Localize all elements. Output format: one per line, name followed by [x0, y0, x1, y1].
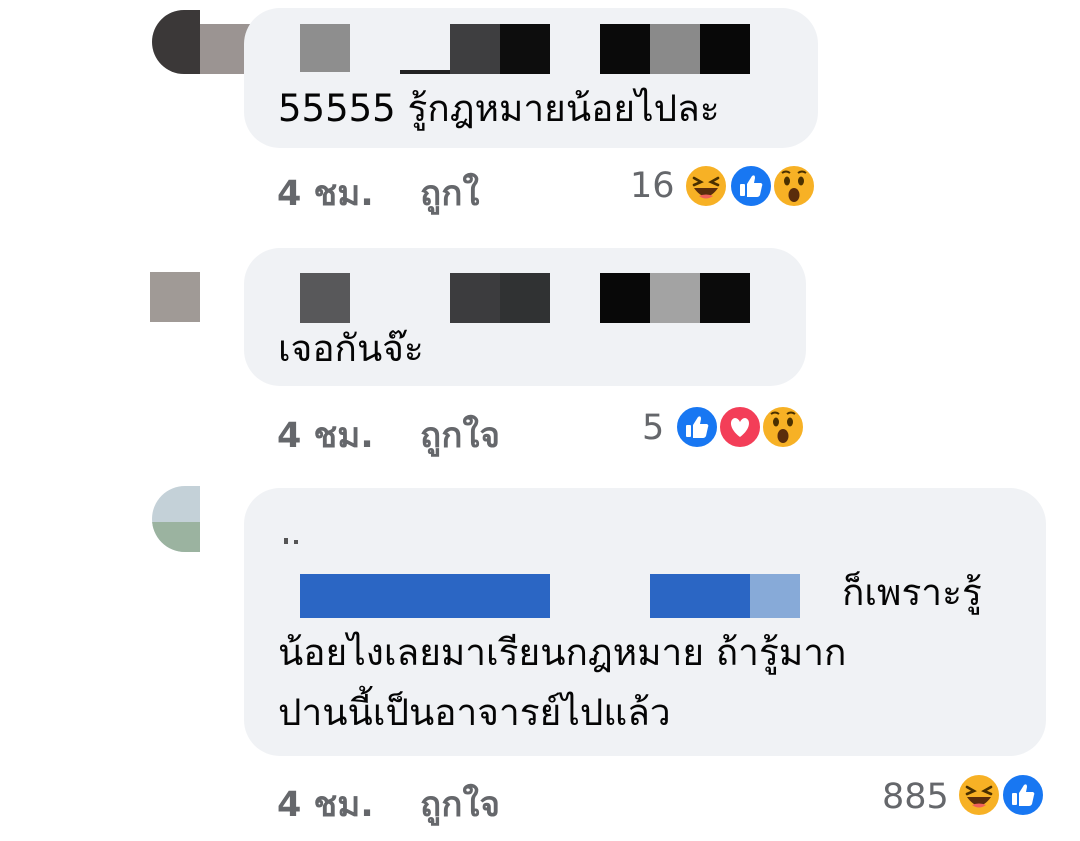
comment-text: 55555 รู้กฎหมายน้อยไปละ: [278, 87, 720, 130]
comment-timestamp[interactable]: 4 ชม.: [277, 777, 374, 832]
reaction-count[interactable]: 885: [882, 777, 949, 817]
commenter-avatar[interactable]: [150, 272, 200, 322]
reaction-count[interactable]: 5: [642, 408, 664, 448]
like-icon[interactable]: [1000, 772, 1046, 818]
like-button[interactable]: ถูกใ: [420, 166, 479, 221]
commenter-avatar[interactable]: [152, 10, 250, 74]
like-icon[interactable]: [728, 163, 774, 209]
like-button[interactable]: ถูกใจ: [420, 777, 500, 832]
comment-bubble: เจอกันจ๊ะ: [244, 248, 806, 386]
reaction-count[interactable]: 16: [630, 166, 675, 206]
commenter-avatar[interactable]: [152, 486, 200, 552]
comment-bubble: ก็เพราะรู้ น้อยไงเลยมาเรียนกฎหมาย ถ้ารู้…: [244, 488, 1046, 756]
comment-text-line-1: ก็เพราะรู้: [842, 571, 982, 614]
comment-text-line-3: ปานนี้เป็นอาจารย์ไปแล้ว: [278, 691, 671, 734]
haha-icon[interactable]: [956, 772, 1002, 818]
haha-icon[interactable]: [683, 163, 729, 209]
like-icon[interactable]: [674, 404, 720, 450]
comment-timestamp[interactable]: 4 ชม.: [277, 408, 374, 463]
comment-timestamp[interactable]: 4 ชม.: [277, 166, 374, 221]
comment-bubble: 55555 รู้กฎหมายน้อยไปละ: [244, 8, 818, 148]
comment-text-line-2: น้อยไงเลยมาเรียนกฎหมาย ถ้ารู้มาก: [278, 631, 847, 674]
wow-icon[interactable]: [760, 404, 806, 450]
comment-text: เจอกันจ๊ะ: [278, 327, 424, 370]
like-button[interactable]: ถูกใจ: [420, 408, 500, 463]
wow-icon[interactable]: [771, 163, 817, 209]
love-icon[interactable]: [717, 404, 763, 450]
